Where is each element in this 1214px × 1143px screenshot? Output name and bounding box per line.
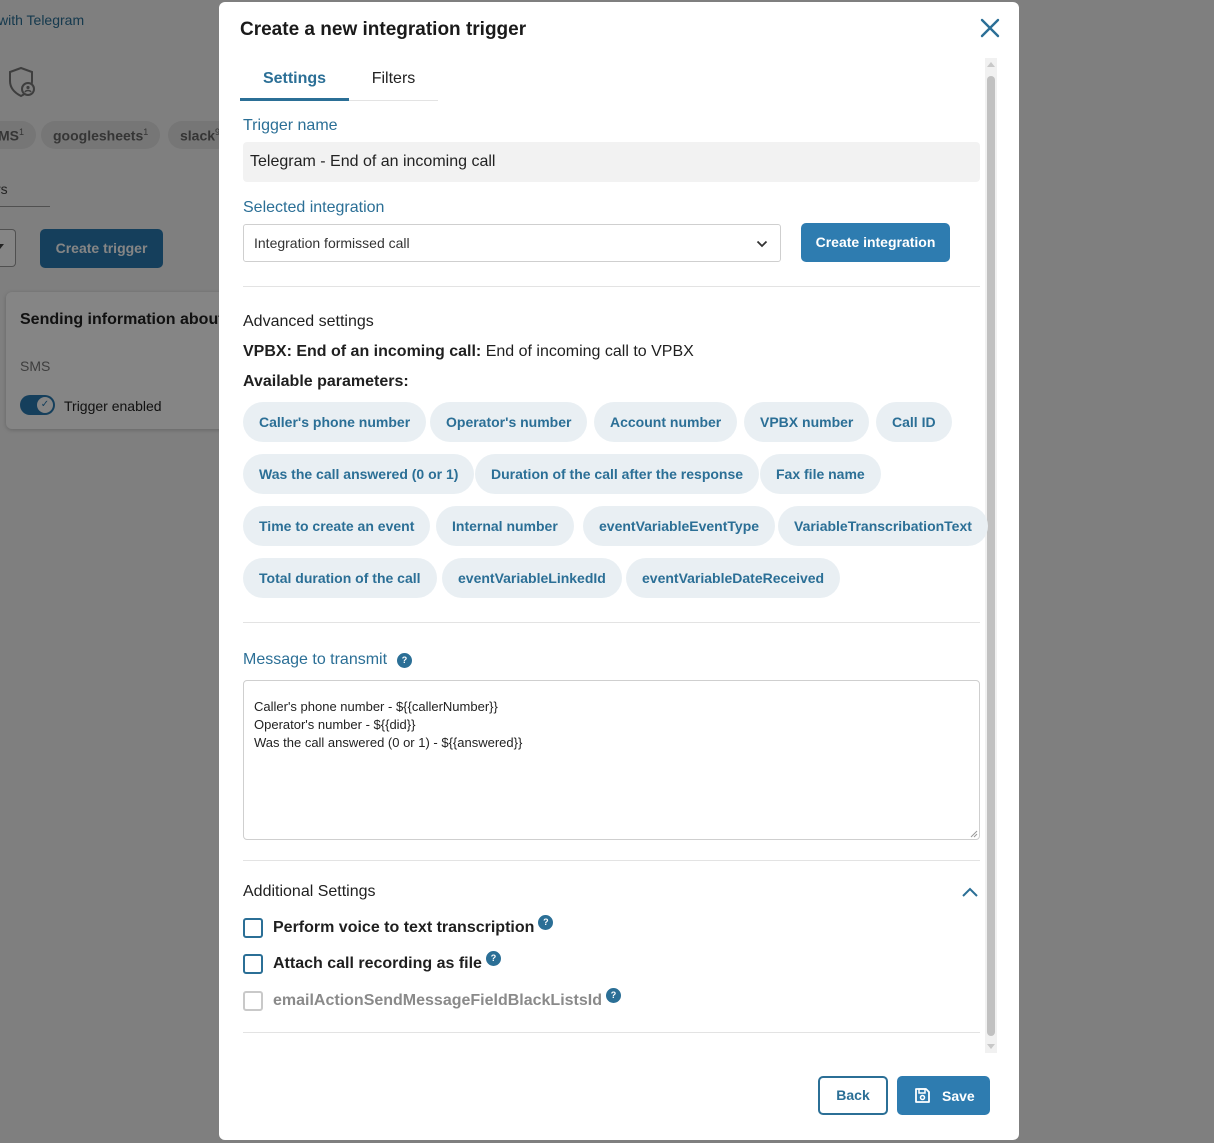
save-icon xyxy=(915,1088,930,1103)
save-label: Save xyxy=(942,1088,975,1104)
save-button[interactable]: Save xyxy=(897,1076,990,1115)
create-trigger-modal: Create a new integration trigger Setting… xyxy=(219,2,1019,1140)
help-icon[interactable]: ? xyxy=(485,951,501,967)
integration-select[interactable]: Integration formissed call xyxy=(243,224,781,262)
available-parameters-label: Available parameters: xyxy=(243,373,409,390)
parameter-chip[interactable]: Internal number xyxy=(436,506,574,546)
scroll-up-arrow[interactable] xyxy=(987,62,995,67)
attach-recording-checkbox[interactable] xyxy=(243,954,263,974)
scrollbar[interactable] xyxy=(985,58,997,1053)
tab-filters[interactable]: Filters xyxy=(349,60,438,101)
parameter-chip[interactable]: Duration of the call after the response xyxy=(475,454,760,494)
advanced-settings-heading: Advanced settings xyxy=(243,313,374,330)
tab-settings[interactable]: Settings xyxy=(240,60,349,101)
divider xyxy=(243,286,980,287)
divider xyxy=(243,860,980,861)
parameter-chip[interactable]: VPBX number xyxy=(744,402,870,442)
message-line: Was the call answered (0 or 1) - ${{answ… xyxy=(254,735,523,750)
modal-title: Create a new integration trigger xyxy=(240,19,527,40)
integration-select-value: Integration formissed call xyxy=(254,235,410,251)
parameter-chip[interactable]: Was the call answered (0 or 1) xyxy=(243,454,475,494)
close-icon[interactable] xyxy=(978,16,1002,40)
modal-tabs: Settings Filters xyxy=(240,60,438,101)
parameter-chip[interactable]: Fax file name xyxy=(760,454,881,494)
chevron-down-icon xyxy=(756,240,768,248)
message-label: Message to transmit xyxy=(243,651,388,668)
parameter-chip[interactable]: Caller's phone number xyxy=(243,402,427,442)
selected-integration-label: Selected integration xyxy=(243,199,385,216)
help-icon[interactable]: ? xyxy=(538,915,554,931)
parameter-chip[interactable]: Time to create an event xyxy=(243,506,431,546)
blacklist-checkbox xyxy=(243,991,263,1011)
blacklist-label: emailActionSendMessageFieldBlackListsId? xyxy=(273,988,621,1011)
scroll-down-arrow[interactable] xyxy=(987,1044,995,1049)
parameter-chip[interactable]: eventVariableDateReceived xyxy=(626,558,841,598)
parameter-chip[interactable]: Operator's number xyxy=(430,402,588,442)
message-line: Caller's phone number - ${{callerNumber}… xyxy=(254,699,498,714)
additional-settings-heading: Additional Settings xyxy=(243,883,376,900)
help-icon[interactable]: ? xyxy=(606,988,621,1004)
trigger-name-label: Trigger name xyxy=(243,117,338,134)
resize-grip-icon[interactable] xyxy=(970,830,978,838)
trigger-name-input[interactable] xyxy=(243,142,980,182)
message-line: Operator's number - ${{did}} xyxy=(254,717,416,732)
parameter-chip[interactable]: eventVariableLinkedId xyxy=(442,558,622,598)
scrollbar-thumb[interactable] xyxy=(987,76,995,1036)
parameter-chip[interactable]: VariableTranscribationText xyxy=(778,506,988,546)
parameter-chip[interactable]: Account number xyxy=(594,402,738,442)
parameter-chip[interactable]: Call ID xyxy=(876,402,952,442)
parameter-chip[interactable]: eventVariableEventType xyxy=(583,506,776,546)
attach-recording-label[interactable]: Attach call recording as file? xyxy=(273,951,501,974)
parameter-chip[interactable]: Total duration of the call xyxy=(243,558,437,598)
create-integration-button[interactable]: Create integration xyxy=(801,223,950,262)
divider xyxy=(243,1032,980,1033)
chevron-up-icon[interactable] xyxy=(961,885,979,899)
transcription-checkbox[interactable] xyxy=(243,918,263,938)
help-icon[interactable]: ? xyxy=(397,653,412,668)
divider xyxy=(243,622,980,623)
message-textarea[interactable]: Caller's phone number - ${{callerNumber}… xyxy=(243,680,980,840)
transcription-label[interactable]: Perform voice to text transcription? xyxy=(273,915,554,938)
back-button[interactable]: Back xyxy=(818,1076,888,1115)
event-description: VPBX: End of an incoming call: End of in… xyxy=(243,343,694,360)
